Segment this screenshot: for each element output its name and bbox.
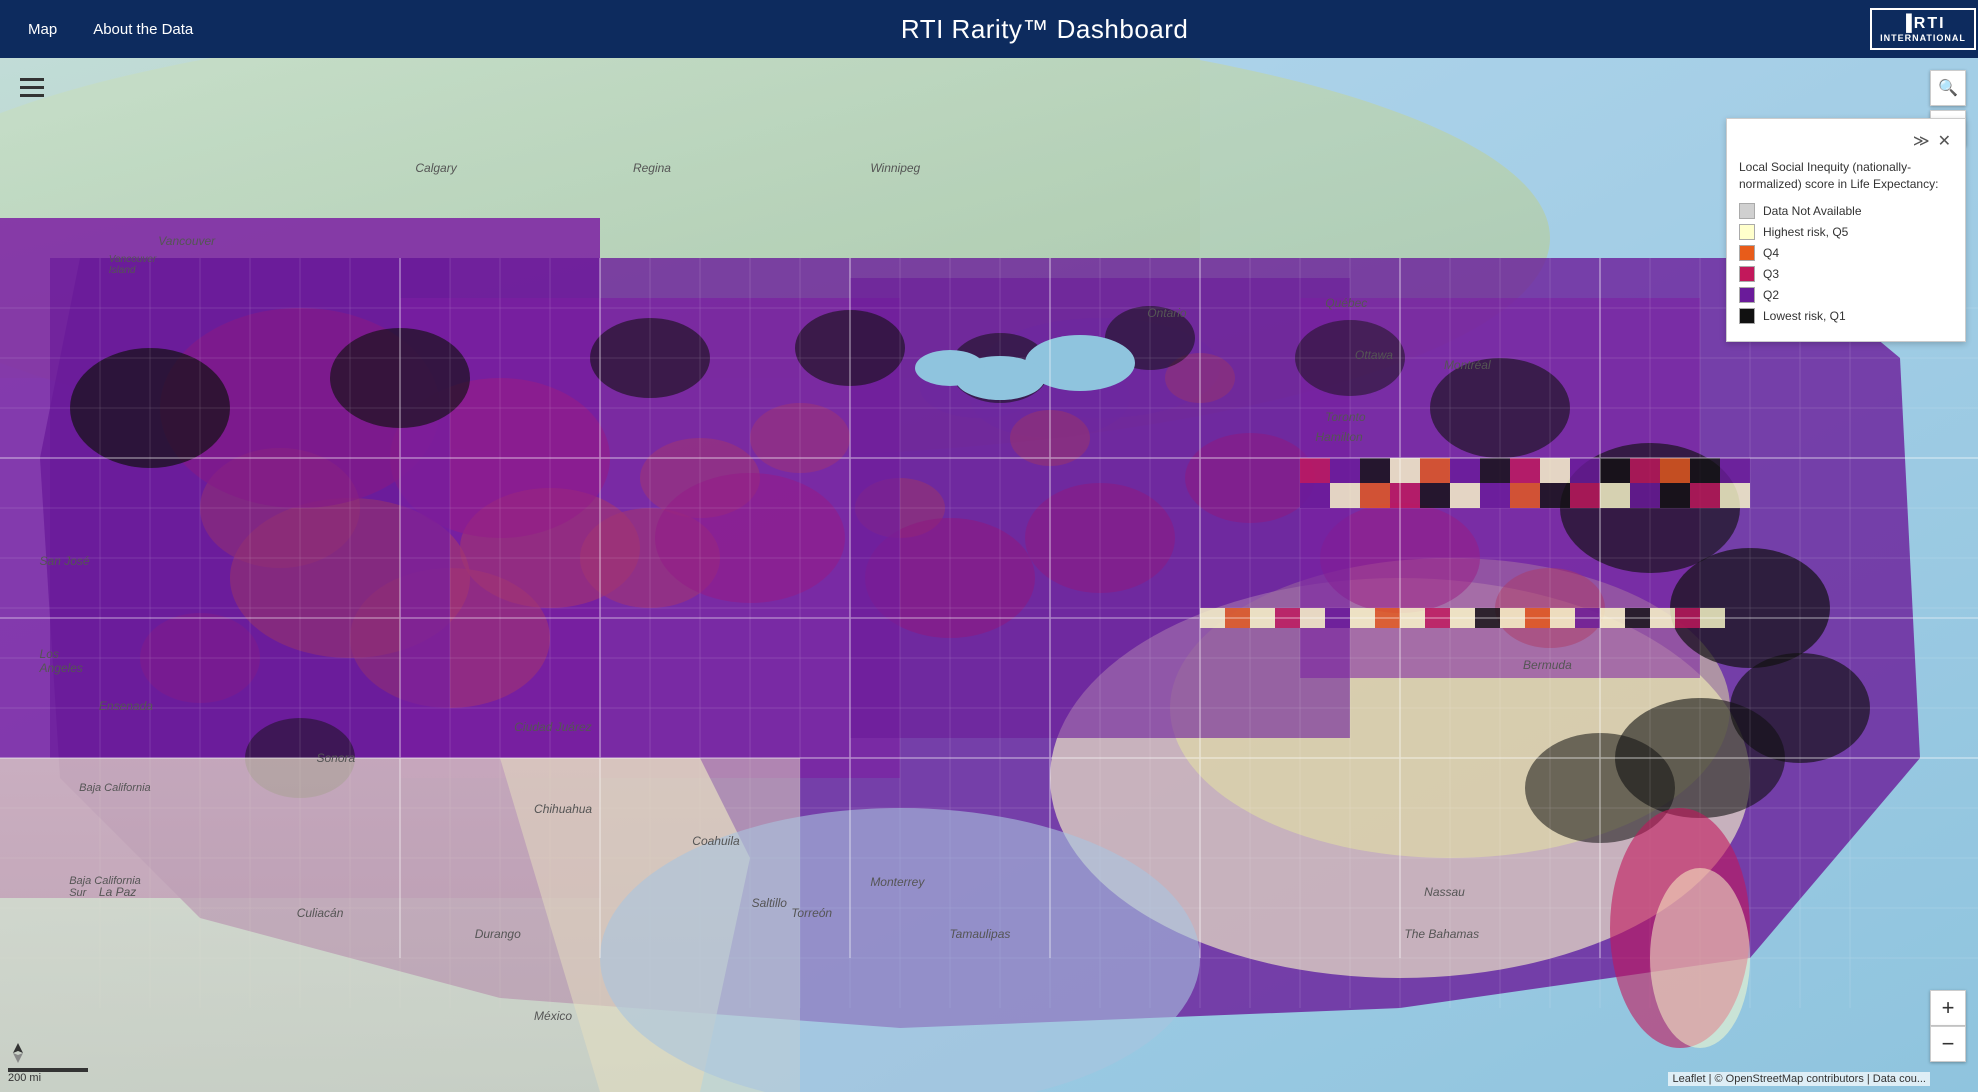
legend-collapse-button[interactable]: ≫ bbox=[1913, 131, 1930, 151]
zoom-controls: + − bbox=[1930, 990, 1966, 1062]
rti-logo: ▐RTI INTERNATIONAL bbox=[1878, 0, 1968, 58]
ham-line-3 bbox=[20, 94, 44, 97]
nav-about[interactable]: About the Data bbox=[75, 0, 211, 58]
top-navigation: Map About the Data bbox=[0, 0, 211, 58]
header-bar: Map About the Data RTI Rarity™ Dashboard… bbox=[0, 0, 1978, 58]
legend-swatch-q5 bbox=[1739, 224, 1755, 240]
zoom-in-button[interactable]: + bbox=[1930, 990, 1966, 1026]
logo-text-bottom: INTERNATIONAL bbox=[1880, 33, 1966, 44]
legend-item-q4: Q4 bbox=[1739, 245, 1951, 261]
legend-panel: ≫ ✕ Local Social Inequity (nationally-no… bbox=[1726, 118, 1966, 342]
ham-line-2 bbox=[20, 86, 44, 89]
legend-swatch-q2 bbox=[1739, 287, 1755, 303]
north-arrow bbox=[8, 1041, 28, 1068]
legend-label-q1: Lowest risk, Q1 bbox=[1763, 309, 1846, 323]
legend-label-q3: Q3 bbox=[1763, 267, 1779, 281]
legend-label-data-na: Data Not Available bbox=[1763, 204, 1862, 218]
legend-item-q5: Highest risk, Q5 bbox=[1739, 224, 1951, 240]
logo-text-top: ▐RTI bbox=[1900, 14, 1945, 33]
legend-controls: ≫ ✕ bbox=[1739, 131, 1951, 151]
legend-swatch-q3 bbox=[1739, 266, 1755, 282]
legend-item-q3: Q3 bbox=[1739, 266, 1951, 282]
legend-label-q5: Highest risk, Q5 bbox=[1763, 225, 1848, 239]
zoom-out-button[interactable]: − bbox=[1930, 1026, 1966, 1062]
scale-bar-label: 200 mi bbox=[8, 1072, 41, 1084]
legend-label-q4: Q4 bbox=[1763, 246, 1779, 260]
attribution-text: Leaflet | © OpenStreetMap contributors |… bbox=[1672, 1073, 1926, 1085]
search-icon: 🔍 bbox=[1938, 78, 1958, 98]
scale-indicator: 200 mi bbox=[8, 1041, 88, 1084]
legend-swatch-data-na bbox=[1739, 203, 1755, 219]
ham-line-1 bbox=[20, 78, 44, 81]
legend-items: Data Not Available Highest risk, Q5 Q4 Q3 Q2… bbox=[1739, 203, 1951, 324]
legend-label-q2: Q2 bbox=[1763, 288, 1779, 302]
legend-close-button[interactable]: ✕ bbox=[1938, 131, 1951, 151]
map-container[interactable]: Calgary Regina Winnipeg Vancouver Vancou… bbox=[0, 58, 1978, 1092]
hamburger-menu[interactable] bbox=[12, 70, 52, 105]
search-button[interactable]: 🔍 bbox=[1930, 70, 1966, 106]
legend-swatch-q1 bbox=[1739, 308, 1755, 324]
map-svg bbox=[0, 58, 1978, 1092]
legend-item-q1: Lowest risk, Q1 bbox=[1739, 308, 1951, 324]
map-attribution: Leaflet | © OpenStreetMap contributors |… bbox=[1668, 1072, 1930, 1086]
scale-bar: 200 mi bbox=[8, 1068, 88, 1084]
legend-item-data-na: Data Not Available bbox=[1739, 203, 1951, 219]
legend-title: Local Social Inequity (nationally-normal… bbox=[1739, 159, 1939, 193]
page-title: RTI Rarity™ Dashboard bbox=[211, 14, 1878, 45]
legend-swatch-q4 bbox=[1739, 245, 1755, 261]
legend-item-q2: Q2 bbox=[1739, 287, 1951, 303]
nav-map[interactable]: Map bbox=[10, 0, 75, 58]
